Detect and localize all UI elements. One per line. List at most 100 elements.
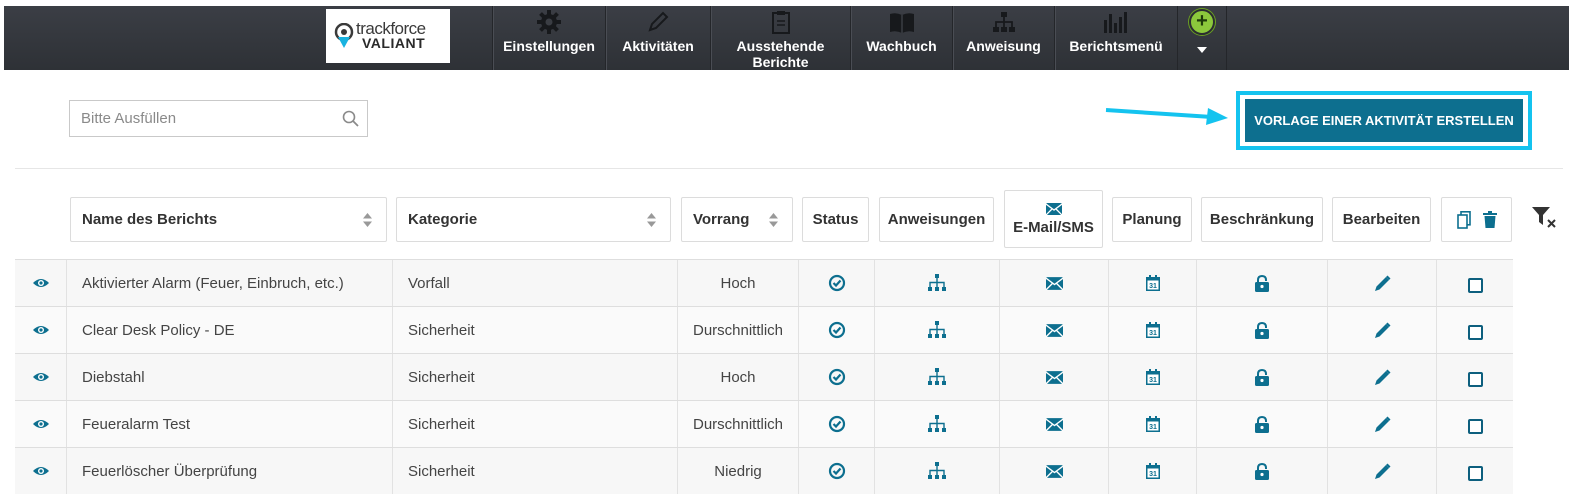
status-cell [798, 448, 874, 494]
column-header-vorrang[interactable]: Vorrang [681, 197, 793, 242]
select-cell [1436, 354, 1513, 400]
bearbeiten-cell [1327, 354, 1436, 400]
lock-icon[interactable] [1255, 368, 1269, 386]
calendar-icon[interactable]: 31 [1145, 463, 1160, 479]
priority-cell: Hoch [677, 260, 798, 306]
anweisungen-cell [874, 401, 999, 447]
nav-aktivitaeten[interactable]: Aktivitäten [605, 6, 710, 70]
priority-value: Niedrig [714, 462, 762, 480]
pencil-icon[interactable] [1374, 416, 1391, 433]
nav-einstellungen[interactable]: Einstellungen [492, 6, 605, 70]
column-header-kategorie[interactable]: Kategorie [396, 197, 671, 242]
calendar-icon[interactable]: 31 [1145, 369, 1160, 385]
eye-icon[interactable] [32, 368, 50, 386]
search-input[interactable] [70, 101, 330, 136]
clear-filter-icon[interactable] [1531, 206, 1557, 228]
report-name-cell: Feuerlöscher Überprüfung [66, 448, 392, 494]
pencil-icon[interactable] [1374, 463, 1391, 480]
eye-icon[interactable] [32, 321, 50, 339]
check-circle-icon[interactable] [828, 274, 846, 292]
envelope-icon[interactable] [1045, 370, 1063, 384]
lock-icon[interactable] [1255, 321, 1269, 339]
priority-value: Durschnittlich [692, 415, 784, 433]
envelope-icon[interactable] [1045, 276, 1063, 290]
logo-pin-icon [334, 23, 354, 48]
sitemap-icon[interactable] [927, 321, 947, 339]
envelope-icon[interactable] [1045, 323, 1063, 337]
calendar-icon[interactable]: 31 [1145, 322, 1160, 338]
trackforce-logo[interactable]: trackforce VALIANT [326, 9, 450, 63]
nav-label: Aktivitäten [622, 38, 694, 54]
search-icon[interactable] [342, 110, 359, 127]
create-activity-template-button[interactable]: VORLAGE EINER AKTIVITÄT ERSTELLEN [1245, 99, 1523, 142]
check-circle-icon[interactable] [828, 462, 846, 480]
nav-label: Ausstehende Berichte [736, 38, 825, 70]
sitemap-icon[interactable] [927, 462, 947, 480]
copy-icon[interactable] [1456, 210, 1471, 229]
select-cell [1436, 260, 1513, 306]
priority-value: Durschnittlich [692, 321, 784, 339]
view-cell [15, 307, 66, 353]
sort-icon[interactable] [363, 213, 372, 227]
report-name-cell: Clear Desk Policy - DE [66, 307, 392, 353]
column-header-anweisungen: Anweisungen [879, 197, 994, 242]
nav-anweisung[interactable]: Anweisung [952, 6, 1054, 70]
lock-icon[interactable] [1255, 462, 1269, 480]
category-name: Vorfall [408, 274, 450, 292]
table-row: Feuerlöscher Überprüfung Sicherheit Niedri… [15, 447, 1513, 494]
sort-icon[interactable] [769, 213, 778, 227]
check-circle-icon[interactable] [828, 368, 846, 386]
bearbeiten-cell [1327, 307, 1436, 353]
planung-cell: 31 [1108, 307, 1196, 353]
header-label: Status [812, 211, 859, 228]
report-name: Aktivierter Alarm (Feuer, Einbruch, etc.… [82, 274, 344, 292]
calendar-icon[interactable]: 31 [1145, 416, 1160, 432]
lock-icon[interactable] [1255, 415, 1269, 433]
row-select-checkbox[interactable] [1467, 277, 1483, 293]
sitemap-icon[interactable] [927, 368, 947, 386]
envelope-icon[interactable] [1045, 417, 1063, 431]
header-label: Anweisungen [887, 211, 986, 228]
nav-ausstehende-berichte[interactable]: Ausstehende Berichte [710, 6, 850, 70]
lock-icon[interactable] [1255, 274, 1269, 292]
column-header-planung: Planung [1112, 197, 1192, 242]
nav-berichtsmenue[interactable]: Berichtsmenü [1054, 6, 1177, 70]
pencil-icon[interactable] [1374, 369, 1391, 386]
nav-wachbuch[interactable]: Wachbuch [850, 6, 952, 70]
pencil-icon[interactable] [1374, 322, 1391, 339]
row-select-checkbox[interactable] [1467, 371, 1483, 387]
category-name: Sicherheit [408, 368, 475, 386]
row-select-checkbox[interactable] [1467, 418, 1483, 434]
priority-cell: Niedrig [677, 448, 798, 494]
priority-value: Hoch [720, 274, 756, 292]
check-circle-icon[interactable] [828, 321, 846, 339]
envelope-icon[interactable] [1045, 464, 1063, 478]
calendar-icon[interactable]: 31 [1145, 275, 1160, 291]
status-cell [798, 260, 874, 306]
row-select-checkbox[interactable] [1467, 465, 1483, 481]
top-navbar: trackforce VALIANT Einstellungen Aktivit… [4, 6, 1569, 70]
sitemap-icon[interactable] [927, 415, 947, 433]
sort-icon[interactable] [647, 213, 656, 227]
nav-add-menu[interactable]: + [1177, 6, 1227, 70]
priority-cell: Durschnittlich [677, 401, 798, 447]
check-circle-icon[interactable] [828, 415, 846, 433]
trash-icon[interactable] [1482, 211, 1497, 228]
nav-label: Berichtsmenü [1069, 38, 1163, 54]
calendar-day: 31 [1149, 377, 1157, 384]
eye-icon[interactable] [32, 462, 50, 480]
search-box [69, 100, 368, 137]
column-header-name[interactable]: Name des Berichts [70, 197, 387, 242]
eye-icon[interactable] [32, 415, 50, 433]
select-cell [1436, 401, 1513, 447]
eye-icon[interactable] [32, 274, 50, 292]
row-select-checkbox[interactable] [1467, 324, 1483, 340]
bearbeiten-cell [1327, 401, 1436, 447]
email-cell [999, 260, 1108, 306]
view-cell [15, 354, 66, 400]
sitemap-icon[interactable] [927, 274, 947, 292]
pencil-icon[interactable] [1374, 275, 1391, 292]
book-icon [889, 13, 914, 33]
header-label: Planung [1122, 211, 1182, 228]
status-cell [798, 307, 874, 353]
